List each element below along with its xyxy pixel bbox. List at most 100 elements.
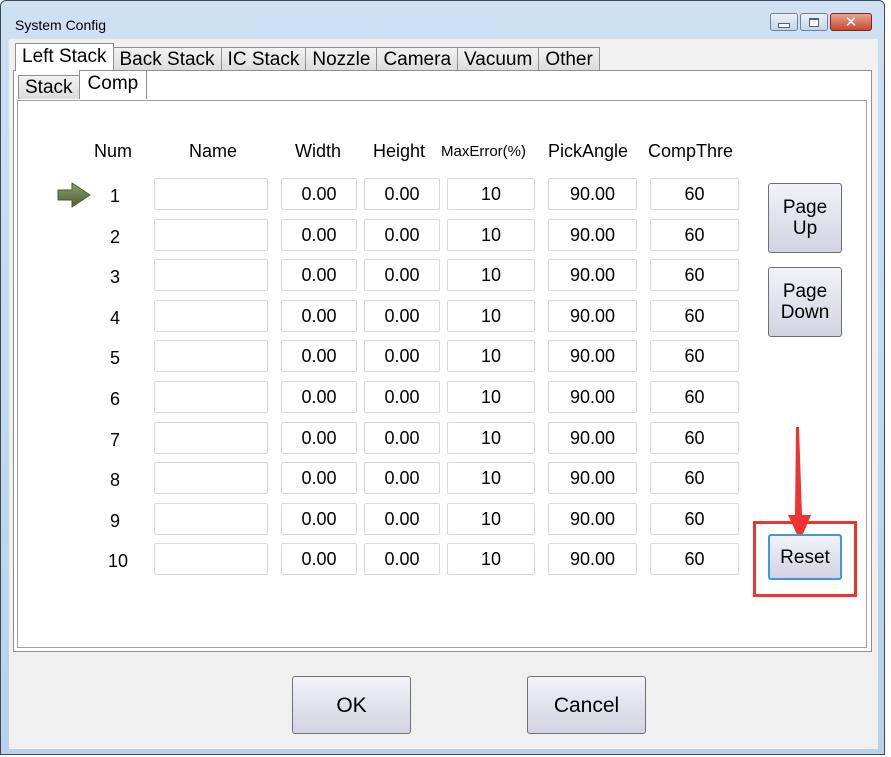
reset-label: Reset bbox=[780, 546, 830, 568]
pick-angle-field[interactable]: 90.00 bbox=[548, 502, 637, 535]
width-field[interactable]: 0.00 bbox=[281, 218, 357, 251]
height-field[interactable]: 0.00 bbox=[364, 543, 440, 576]
name-field[interactable] bbox=[154, 299, 268, 332]
name-field[interactable] bbox=[154, 259, 268, 292]
max-error-field[interactable]: 10 bbox=[447, 259, 535, 292]
tab-stack[interactable]: Stack bbox=[18, 75, 80, 99]
name-field[interactable] bbox=[154, 462, 268, 495]
comp-thre-field[interactable]: 60 bbox=[650, 218, 739, 251]
height-field[interactable]: 0.00 bbox=[364, 502, 440, 535]
row-number: 1 bbox=[110, 186, 121, 206]
comp-thre-field[interactable]: 60 bbox=[650, 381, 739, 413]
height-field[interactable]: 0.00 bbox=[364, 462, 440, 495]
page-up-label-2: Up bbox=[792, 218, 818, 239]
name-field[interactable] bbox=[154, 543, 268, 576]
max-error-field[interactable]: 10 bbox=[447, 299, 535, 332]
comp-thre-field[interactable]: 60 bbox=[650, 543, 739, 576]
left-stack-panel: Stack Comp Num Name Width Height MaxErro… bbox=[13, 70, 872, 652]
table-row: 8 0.00 0.00 10 90.00 60 bbox=[18, 462, 866, 496]
name-field[interactable] bbox=[154, 218, 268, 251]
tab-nozzle[interactable]: Nozzle bbox=[305, 47, 378, 71]
max-error-field[interactable]: 10 bbox=[447, 218, 535, 251]
row-number: 6 bbox=[110, 389, 121, 409]
width-field[interactable]: 0.00 bbox=[281, 299, 357, 332]
tab-comp[interactable]: Comp bbox=[78, 70, 148, 99]
pick-angle-field[interactable]: 90.00 bbox=[548, 421, 637, 454]
minimize-button[interactable] bbox=[770, 13, 798, 31]
table-row: 5 0.00 0.00 10 90.00 60 bbox=[18, 340, 866, 374]
comp-thre-field[interactable]: 60 bbox=[650, 340, 739, 373]
width-field[interactable]: 0.00 bbox=[281, 421, 357, 454]
name-field[interactable] bbox=[154, 340, 268, 373]
height-field[interactable]: 0.00 bbox=[364, 178, 440, 210]
window-controls: ✕ bbox=[770, 13, 872, 31]
table-row: 2 0.00 0.00 10 90.00 60 bbox=[18, 218, 866, 253]
width-field[interactable]: 0.00 bbox=[281, 543, 357, 576]
name-field[interactable] bbox=[154, 502, 268, 535]
pick-angle-field[interactable]: 90.00 bbox=[548, 340, 637, 373]
pick-angle-field[interactable]: 90.00 bbox=[548, 259, 637, 292]
page-up-button[interactable]: Page Up bbox=[768, 183, 842, 253]
ok-button[interactable]: OK bbox=[292, 676, 411, 734]
max-error-field[interactable]: 10 bbox=[447, 462, 535, 495]
pick-angle-field[interactable]: 90.00 bbox=[548, 178, 637, 210]
height-field[interactable]: 0.00 bbox=[364, 340, 440, 373]
comp-thre-field[interactable]: 60 bbox=[650, 502, 739, 535]
reset-button[interactable]: Reset bbox=[768, 534, 842, 580]
close-button[interactable]: ✕ bbox=[830, 13, 872, 31]
name-field[interactable] bbox=[154, 178, 268, 210]
cancel-button[interactable]: Cancel bbox=[527, 676, 646, 734]
comp-thre-field[interactable]: 60 bbox=[650, 259, 739, 292]
height-field[interactable]: 0.00 bbox=[364, 259, 440, 292]
height-field[interactable]: 0.00 bbox=[364, 421, 440, 454]
header-pick-angle: PickAngle bbox=[548, 141, 629, 161]
comp-thre-field[interactable]: 60 bbox=[650, 421, 739, 454]
row-number: 9 bbox=[110, 510, 121, 531]
max-error-field[interactable]: 10 bbox=[447, 340, 535, 373]
pick-angle-field[interactable]: 90.00 bbox=[548, 299, 637, 332]
width-field[interactable]: 0.00 bbox=[281, 259, 357, 292]
max-error-field[interactable]: 10 bbox=[447, 381, 535, 413]
comp-panel: Num Name Width Height MaxError(%) PickAn… bbox=[17, 100, 867, 648]
width-field[interactable]: 0.00 bbox=[281, 462, 357, 495]
header-height: Height bbox=[373, 141, 426, 161]
comp-thre-field[interactable]: 60 bbox=[650, 299, 739, 332]
tab-vacuum[interactable]: Vacuum bbox=[457, 47, 540, 71]
pick-angle-field[interactable]: 90.00 bbox=[548, 218, 637, 251]
tab-camera[interactable]: Camera bbox=[376, 47, 459, 71]
tab-other[interactable]: Other bbox=[538, 47, 600, 71]
sub-tab-bar: Stack Comp bbox=[18, 70, 148, 99]
width-field[interactable]: 0.00 bbox=[281, 340, 357, 373]
ok-label: OK bbox=[336, 693, 367, 717]
max-error-field[interactable]: 10 bbox=[447, 178, 535, 210]
table-row: 3 0.00 0.00 10 90.00 60 bbox=[18, 259, 866, 293]
pick-angle-field[interactable]: 90.00 bbox=[548, 462, 637, 495]
name-field[interactable] bbox=[154, 381, 268, 413]
comp-thre-field[interactable]: 60 bbox=[650, 462, 739, 495]
header-width: Width bbox=[295, 141, 342, 161]
height-field[interactable]: 0.00 bbox=[364, 299, 440, 332]
window-title: System Config bbox=[15, 17, 107, 33]
row-number: 7 bbox=[110, 429, 121, 450]
width-field[interactable]: 0.00 bbox=[281, 502, 357, 535]
width-field[interactable]: 0.00 bbox=[281, 178, 357, 210]
maximize-button[interactable] bbox=[800, 13, 828, 31]
title-bar[interactable]: System Config ✕ bbox=[1, 1, 884, 35]
pick-angle-field[interactable]: 90.00 bbox=[548, 381, 637, 413]
width-field[interactable]: 0.00 bbox=[281, 381, 357, 413]
page-down-button[interactable]: Page Down bbox=[768, 267, 842, 337]
name-field[interactable] bbox=[154, 421, 268, 454]
max-error-field[interactable]: 10 bbox=[447, 502, 535, 535]
pick-angle-field[interactable]: 90.00 bbox=[548, 543, 637, 576]
tab-ic-stack[interactable]: IC Stack bbox=[220, 47, 307, 71]
row-number: 5 bbox=[110, 348, 121, 369]
tab-back-stack[interactable]: Back Stack bbox=[112, 47, 222, 71]
close-icon: ✕ bbox=[844, 12, 858, 31]
height-field[interactable]: 0.00 bbox=[364, 218, 440, 251]
max-error-field[interactable]: 10 bbox=[447, 421, 535, 454]
max-error-field[interactable]: 10 bbox=[447, 543, 535, 576]
tab-left-stack[interactable]: Left Stack bbox=[15, 43, 114, 71]
height-field[interactable]: 0.00 bbox=[364, 381, 440, 413]
comp-thre-field[interactable]: 60 bbox=[650, 178, 739, 210]
cancel-label: Cancel bbox=[553, 693, 620, 717]
